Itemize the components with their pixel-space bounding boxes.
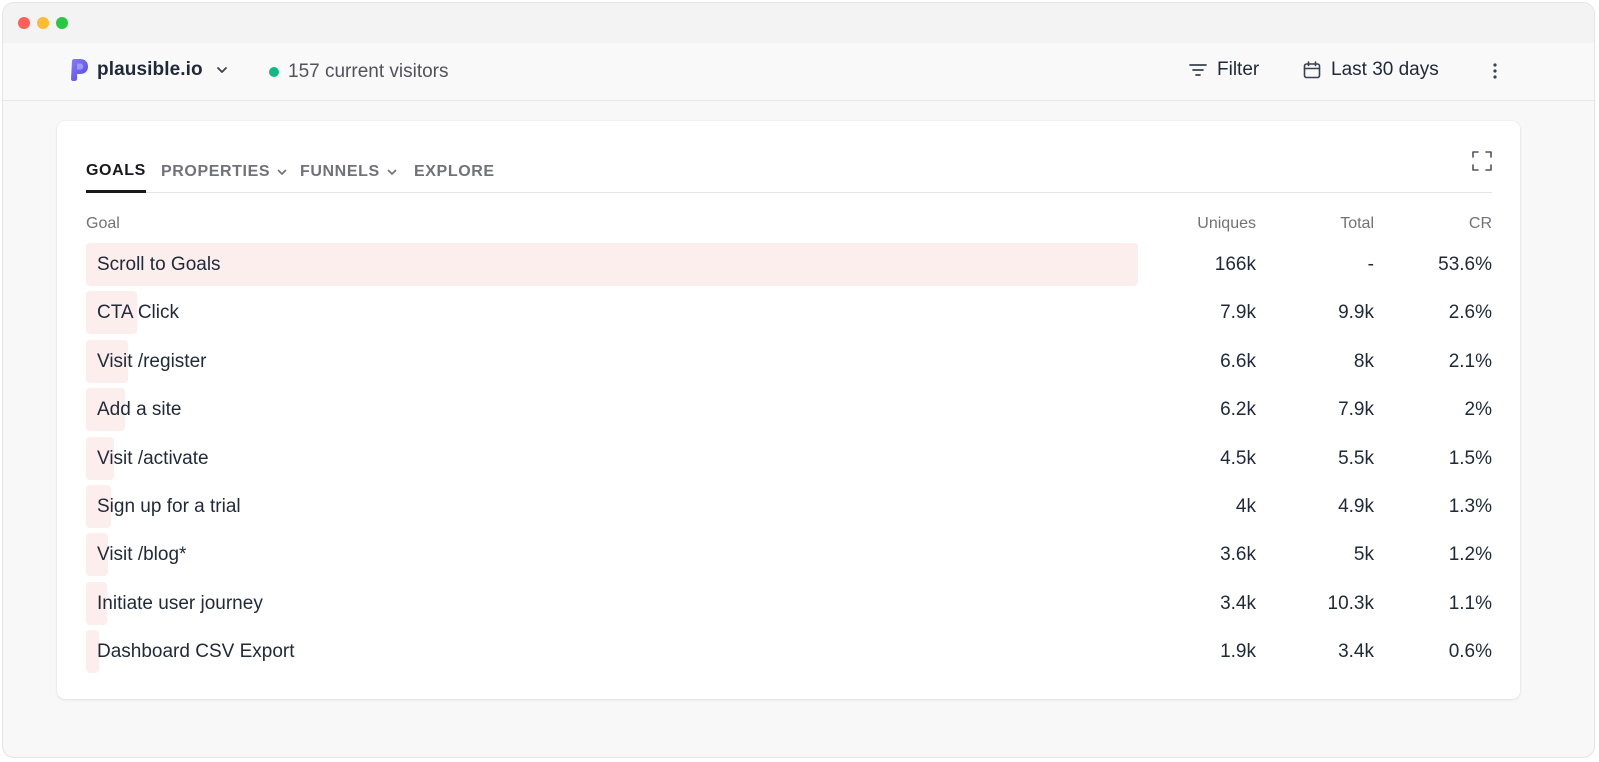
chevron-down-icon <box>387 169 397 175</box>
uniques-column-header[interactable]: Uniques <box>1197 215 1256 233</box>
total-value: - <box>1367 254 1374 275</box>
date-range-label: Last 30 days <box>1331 59 1439 80</box>
goal-name[interactable]: Visit /activate <box>97 448 209 470</box>
total-value: 3.4k <box>1338 641 1374 663</box>
current-visitors-text: 157 current visitors <box>288 61 449 82</box>
uniques-value: 7.9k <box>1220 302 1256 324</box>
chevron-down-icon <box>216 67 227 73</box>
tab-properties[interactable]: PROPERTIES <box>161 151 288 193</box>
site-name: plausible.io <box>97 59 203 80</box>
more-options-button[interactable] <box>1485 59 1505 83</box>
tab-goals-label: GOALS <box>86 161 146 179</box>
conversion-rate-value: 2% <box>1464 399 1492 421</box>
goal-name[interactable]: Add a site <box>97 399 182 421</box>
conversion-rate-value: 1.1% <box>1448 592 1492 614</box>
tab-funnels-label: FUNNELS <box>300 163 380 180</box>
table-row[interactable]: Visit /activate 4.5k 5.5k 1.5% <box>86 436 1492 485</box>
top-nav: plausible.io 157 current visitors Filter… <box>3 43 1594 101</box>
total-value: 7.9k <box>1338 399 1374 421</box>
uniques-value: 4k <box>1235 495 1256 517</box>
uniques-value: 166k <box>1214 254 1256 275</box>
tab-explore-label: EXPLORE <box>414 163 495 180</box>
table-row[interactable]: Sign up for a trial 4k 4.9k 1.3% <box>86 484 1492 533</box>
cr-column-header[interactable]: CR <box>1469 215 1492 233</box>
uniques-value: 3.6k <box>1220 544 1256 566</box>
goals-card: GOALS PROPERTIES FUNNELS EXPLORE Goal Un… <box>57 121 1520 699</box>
conversion-rate-value: 1.2% <box>1448 544 1492 566</box>
uniques-value: 6.2k <box>1220 399 1256 421</box>
goal-name[interactable]: Visit /register <box>97 351 206 373</box>
goal-name[interactable]: Scroll to Goals <box>97 254 221 276</box>
table-row[interactable]: Visit /register 6.6k 8k 2.1% <box>86 339 1492 388</box>
close-window-button[interactable] <box>18 17 30 29</box>
app-window: plausible.io 157 current visitors Filter… <box>2 2 1595 758</box>
tab-goals[interactable]: GOALS <box>86 151 146 193</box>
goal-name[interactable]: Initiate user journey <box>97 593 263 615</box>
total-value: 5.5k <box>1338 447 1374 469</box>
site-switcher[interactable]: plausible.io <box>69 59 229 81</box>
filter-button[interactable]: Filter <box>1188 59 1259 81</box>
goal-name[interactable]: Sign up for a trial <box>97 496 241 518</box>
tab-funnels[interactable]: FUNNELS <box>300 151 398 193</box>
total-value: 10.3k <box>1327 592 1374 614</box>
goal-name[interactable]: Visit /blog* <box>97 544 186 566</box>
uniques-value: 1.9k <box>1220 641 1256 663</box>
tab-bar: GOALS PROPERTIES FUNNELS EXPLORE <box>86 121 1492 193</box>
conversion-rate-value: 1.5% <box>1448 447 1492 469</box>
table-row[interactable]: Dashboard CSV Export 1.9k 3.4k 0.6% <box>86 630 1492 678</box>
tab-properties-label: PROPERTIES <box>161 163 271 180</box>
table-header: Goal Uniques Total CR <box>86 213 1492 237</box>
total-column-header[interactable]: Total <box>1340 215 1374 233</box>
total-value: 5k <box>1353 544 1374 566</box>
calendar-icon <box>1303 61 1321 79</box>
uniques-value: 4.5k <box>1220 447 1256 469</box>
more-vertical-icon <box>1493 63 1497 79</box>
uniques-value: 3.4k <box>1220 592 1256 614</box>
date-range-picker[interactable]: Last 30 days <box>1302 59 1439 81</box>
conversion-rate-value: 0.6% <box>1448 641 1492 663</box>
goals-table: Scroll to Goals 166k - 53.6% CTA Click 7.9k 9.… <box>86 243 1492 679</box>
title-bar <box>3 3 1594 43</box>
plausible-logo-icon <box>71 59 88 81</box>
goal-name[interactable]: CTA Click <box>97 302 179 324</box>
filter-icon <box>1189 64 1207 76</box>
table-row[interactable]: Visit /blog* 3.6k 5k 1.2% <box>86 533 1492 581</box>
total-value: 8k <box>1353 350 1374 372</box>
conversion-bar <box>86 243 1138 286</box>
tab-explore[interactable]: EXPLORE <box>414 151 495 193</box>
minimize-window-button[interactable] <box>37 17 49 29</box>
conversion-rate-value: 2.1% <box>1448 350 1492 372</box>
table-row[interactable]: Initiate user journey 3.4k 10.3k 1.1% <box>86 581 1492 630</box>
live-indicator-dot <box>269 67 279 77</box>
goal-column-header: Goal <box>86 215 120 232</box>
table-row[interactable]: Scroll to Goals 166k - 53.6% <box>86 243 1492 291</box>
conversion-rate-value: 53.6% <box>1438 254 1492 275</box>
conversion-rate-value: 1.3% <box>1448 495 1492 517</box>
maximize-window-button[interactable] <box>56 17 68 29</box>
filter-label: Filter <box>1217 59 1260 80</box>
uniques-value: 6.6k <box>1220 350 1256 372</box>
table-row[interactable]: CTA Click 7.9k 9.9k 2.6% <box>86 291 1492 339</box>
current-visitors[interactable]: 157 current visitors <box>269 61 449 83</box>
total-value: 9.9k <box>1338 302 1374 324</box>
table-row[interactable]: Add a site 6.2k 7.9k 2% <box>86 388 1492 436</box>
conversion-rate-value: 2.6% <box>1448 302 1492 324</box>
goal-name[interactable]: Dashboard CSV Export <box>97 641 295 663</box>
total-value: 4.9k <box>1338 495 1374 517</box>
chevron-down-icon <box>277 169 287 175</box>
expand-icon[interactable] <box>1471 150 1493 172</box>
